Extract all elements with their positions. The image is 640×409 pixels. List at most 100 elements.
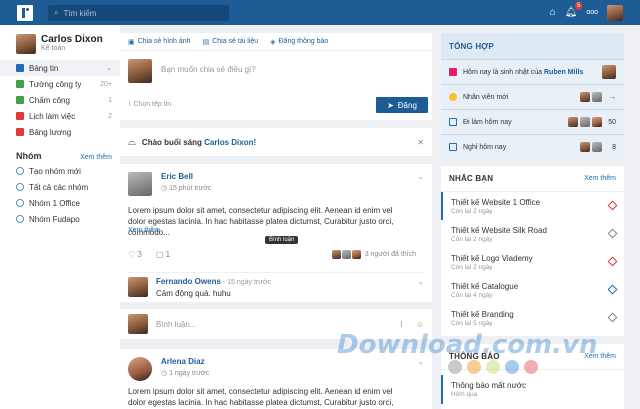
group-item-create[interactable]: Tạo nhóm mới — [0, 163, 120, 179]
reminder-date: Còn lại 2 ngày — [451, 235, 493, 243]
greeting-name: Carlos Dixon! — [204, 137, 257, 147]
reminder-title: Thiết kế Website 1 Office — [451, 197, 541, 207]
staff-avatar — [580, 117, 590, 127]
comment-author[interactable]: Fernando Owens — [156, 277, 221, 286]
liker-avatar — [331, 250, 341, 259]
comment-icon: ▢ — [155, 250, 166, 259]
post-button[interactable]: ➤ Đăng — [376, 97, 428, 113]
notice-item[interactable]: Thông báo mất nước Hôm qua — [441, 375, 624, 404]
comment: Fernando Owens - 15 ngày trước Cảm động … — [128, 272, 424, 298]
attach-file-link[interactable]: ⌇ Chọn tệp tin — [128, 100, 171, 108]
search-box[interactable]: ⌕ — [48, 5, 229, 21]
more-icon[interactable]: ooo — [586, 9, 598, 16]
reminder-item[interactable]: Thiết kế Catalogue Còn lại 4 ngày — [441, 276, 624, 304]
nav-item-company-wall[interactable]: Tường công ty 20+ — [0, 76, 120, 92]
camera-icon: ▣ — [128, 38, 135, 46]
nav-item-newsfeed[interactable]: Bảng tin ⌄ — [0, 60, 120, 76]
post-author-avatar[interactable] — [128, 172, 152, 196]
summary-off-today-row[interactable]: Nghỉ hôm nay 8 — [441, 134, 624, 159]
notice-date: Hôm qua — [451, 391, 478, 398]
nav-item-payroll[interactable]: Bảng lương — [0, 124, 120, 140]
heart-icon: ♡ — [128, 250, 138, 259]
sunrise-icon: ⌓ — [128, 136, 136, 148]
chevron-down-icon[interactable]: ⌄ — [417, 172, 424, 181]
greeting-text: Chào buổi sáng Carlos Dixon! — [142, 138, 256, 147]
likers[interactable]: 3 người đã thích — [331, 250, 416, 259]
user-avatar[interactable] — [607, 4, 623, 21]
group-item-all[interactable]: Tất cả các nhóm — [0, 179, 120, 195]
composer-input[interactable]: Bạn muốn chia sẻ điều gì? — [161, 65, 256, 83]
attach-label: Chọn tệp tin — [133, 101, 172, 108]
summary-new-staff-row[interactable]: Nhân viên mới → — [441, 84, 624, 109]
reminder-item[interactable]: Thiết kế Website 1 Office Còn lại 2 ngày — [441, 192, 624, 220]
newsfeed-icon — [16, 64, 24, 72]
search-input[interactable] — [63, 8, 214, 18]
staff-avatar — [580, 142, 590, 152]
nav-label: Bảng tin — [29, 63, 59, 73]
like-count: 3 — [137, 250, 142, 259]
summary-count: 50 — [608, 118, 616, 126]
nav-label: Chấm công — [29, 95, 70, 105]
reminder-item[interactable]: Thiết kế Logo Viademy Còn lại 2 ngày — [441, 248, 624, 276]
birthday-name[interactable]: Ruben Mills — [544, 69, 583, 76]
tooltip: Bình luận — [265, 236, 299, 244]
document-icon: ▤ — [202, 38, 210, 46]
app-logo-icon[interactable] — [17, 4, 33, 21]
new-staff-icon — [449, 93, 457, 101]
watermark: Download.com.vn — [337, 330, 598, 360]
summary-birthday-row[interactable]: Hôm nay là sinh nhật của Ruben Mills — [441, 59, 624, 84]
profile-block[interactable]: Carlos Dixon Kế toán — [16, 34, 103, 54]
like-button[interactable]: ♡ 3 — [128, 250, 142, 259]
reminder-item[interactable]: Thiết kế Branding Còn lại 5 ngày — [441, 304, 624, 332]
close-icon[interactable]: ✕ — [417, 138, 424, 147]
tab-share-document[interactable]: ▤ Chia sẻ tài liệu — [203, 38, 259, 46]
group-item-fudapo[interactable]: Nhóm Fudapo — [0, 211, 120, 227]
group-label: Nhóm 1 Office — [29, 198, 80, 208]
summary-working-today-row[interactable]: Đi làm hôm nay 50 — [441, 109, 624, 134]
group-label: Tất cả các nhóm — [29, 182, 89, 192]
birthday-text: Hôm nay là sinh nhật của — [463, 68, 542, 76]
notification-badge: 5 — [574, 2, 583, 10]
tab-post-notice[interactable]: ◈ Đăng thông báo — [270, 38, 328, 46]
comment-input[interactable]: Bình luận... — [156, 320, 196, 329]
emoji-icon[interactable]: ☺ — [416, 320, 424, 329]
composer-avatar — [128, 59, 152, 83]
nav-item-timekeeping[interactable]: Chấm công 1 — [0, 92, 120, 108]
payroll-icon — [16, 128, 24, 136]
nav-count: 20+ — [100, 80, 112, 88]
liker-avatar — [341, 250, 351, 259]
search-icon: ⌕ — [54, 8, 59, 17]
reminders-panel: NHẮC BẠN Xem thêm Thiết kế Website 1 Off… — [441, 166, 624, 336]
staff-avatar — [592, 142, 602, 152]
reminder-item[interactable]: Thiết kế Website Silk Road Còn lại 2 ngày — [441, 220, 624, 248]
chevron-down-icon[interactable]: ⌄ — [417, 277, 424, 286]
tab-share-image[interactable]: ▣ Chia sẻ hình ảnh — [128, 38, 191, 46]
groups-header: Nhóm Xem thêm — [16, 151, 112, 161]
home-icon[interactable]: ⌂ — [550, 7, 556, 18]
comment-avatar[interactable] — [128, 277, 148, 297]
watermark-dots — [448, 360, 543, 374]
post-author-avatar[interactable] — [128, 357, 152, 381]
reminders-more-link[interactable]: Xem thêm — [584, 175, 616, 182]
tab-label: Chia sẻ tài liệu — [212, 38, 259, 45]
reminder-title: Thiết kế Logo Viademy — [451, 253, 533, 263]
groups-more-link[interactable]: Xem thêm — [80, 154, 112, 161]
post-composer: ▣ Chia sẻ hình ảnh ▤ Chia sẻ tài liệu ◈ Đăn… — [120, 33, 432, 120]
nav-label: Bảng lương — [29, 127, 72, 137]
bell-icon[interactable]: 🔔︎ 5 — [565, 2, 583, 18]
post-author[interactable]: Arlena Diaz — [161, 357, 209, 366]
group-item-1office[interactable]: Nhóm 1 Office — [0, 195, 120, 211]
comment-button[interactable]: ▢ 1 — [156, 250, 170, 259]
paperclip-icon[interactable]: ⌇ — [399, 320, 403, 329]
nav-count: 1 — [108, 96, 112, 104]
arrow-right-icon: → — [609, 93, 616, 101]
tab-label: Đăng thông báo — [278, 38, 329, 45]
calendar-icon — [449, 118, 457, 126]
calendar-off-icon — [449, 143, 457, 151]
post-author[interactable]: Eric Bell — [161, 172, 211, 181]
nav-item-schedule[interactable]: Lịch làm việc 2 — [0, 108, 120, 124]
nav-label: Lịch làm việc — [29, 111, 76, 121]
read-more-link[interactable]: Xem thêm — [128, 227, 160, 234]
main-nav: Bảng tin ⌄ Tường công ty 20+ Chấm công 1 Lị… — [0, 60, 120, 140]
clock-icon: ◷ — [161, 185, 170, 192]
